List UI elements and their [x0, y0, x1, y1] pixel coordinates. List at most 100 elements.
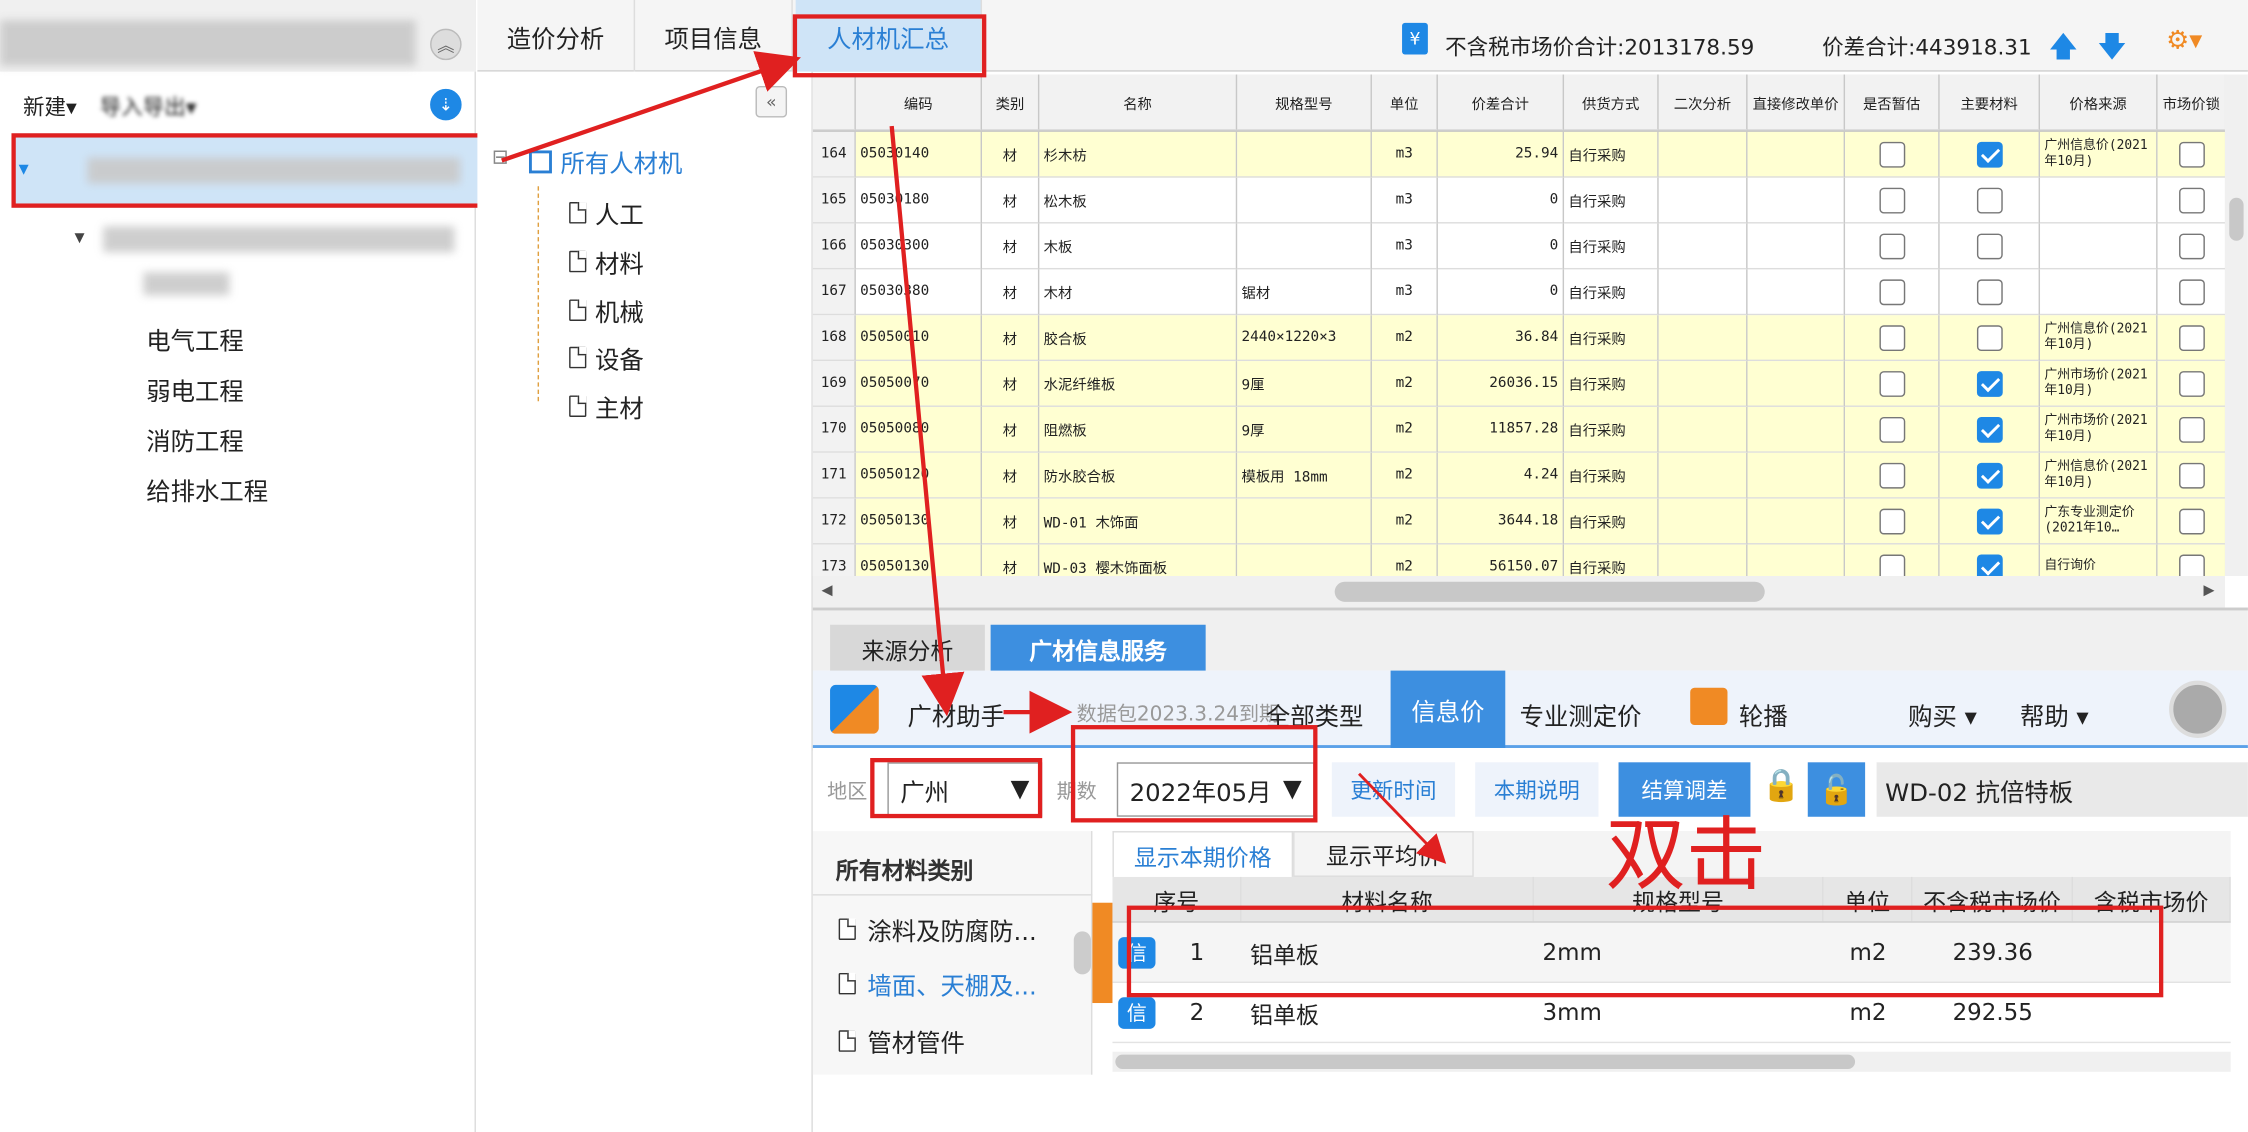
grid-header-cell[interactable]: 供货方式: [1564, 74, 1659, 131]
grid-header-cell[interactable]: 单位: [1371, 74, 1438, 131]
scroll-thumb[interactable]: [1334, 581, 1765, 602]
grid-header-cell[interactable]: 二次分析: [1658, 74, 1748, 131]
table-row[interactable]: 166 05030300 材木板 m3 0 自行采购: [812, 223, 2227, 270]
nav-item-machine[interactable]: 机械: [569, 292, 644, 328]
table-row[interactable]: 169 05050070 材水泥纤维板 9厘 m2 26036.15 自行采购 广州市场价(2…: [812, 361, 2227, 407]
checkbox[interactable]: [1878, 324, 1905, 351]
checkbox[interactable]: [1976, 232, 2003, 259]
table-row[interactable]: 170 05050080 材阻燃板 9厚 m2 11857.28 自行采购 广州市场价(202…: [812, 406, 2227, 453]
table-row[interactable]: 168 05050010 材胶合板 2440×1220×3 m2 36.84 自行采购 广州信…: [812, 315, 2227, 362]
tab-current-price[interactable]: 显示本期价格: [1112, 831, 1294, 877]
checkbox[interactable]: [2178, 416, 2205, 443]
nav-item-main-material[interactable]: 主材: [569, 388, 644, 424]
checkbox[interactable]: [2178, 186, 2205, 213]
checkbox[interactable]: [1878, 370, 1905, 397]
grid-header-cell[interactable]: 价差合计: [1437, 74, 1565, 131]
tree-item-electrical[interactable]: 电气工程: [146, 321, 243, 357]
checkbox[interactable]: [1878, 553, 1905, 577]
grid-header-cell[interactable]: 价格来源: [2040, 74, 2158, 131]
pro-price-tab[interactable]: 专业测定价: [1520, 696, 1642, 733]
nav-item-equipment[interactable]: 设备: [569, 340, 644, 375]
collapse-handle[interactable]: [1092, 902, 1113, 1004]
settings-icon[interactable]: ⚙▾: [2166, 26, 2202, 56]
checkbox[interactable]: [1878, 141, 1905, 167]
grid-header-cell[interactable]: 规格型号: [1237, 74, 1372, 131]
checkbox[interactable]: [1976, 278, 2003, 305]
nav-item-labor[interactable]: 人工: [569, 195, 644, 231]
checkbox[interactable]: [1976, 186, 2003, 213]
checkbox[interactable]: [1878, 278, 1905, 305]
unlock-icon[interactable]: 🔓: [1807, 762, 1866, 817]
category-item-coating[interactable]: 涂料及防腐防...: [838, 911, 1037, 947]
table-row[interactable]: 167 05030380 材木材 锯材 m3 0 自行采购: [812, 269, 2227, 316]
new-button[interactable]: 新建▾: [23, 92, 77, 122]
tab-source-analysis[interactable]: 来源分析: [830, 624, 985, 674]
grid-header-cell[interactable]: 主要材料: [1939, 74, 2041, 131]
search-input[interactable]: WD-02 抗倍特板: [1876, 762, 2248, 817]
checkbox[interactable]: [2178, 462, 2205, 488]
grid-header-cell[interactable]: 是否暂估: [1845, 74, 1940, 131]
checkbox[interactable]: [1878, 507, 1905, 534]
category-item-pipes[interactable]: 管材管件: [838, 1023, 965, 1059]
nav-item-material[interactable]: 材料: [569, 244, 644, 279]
download-icon[interactable]: ⇣: [430, 88, 462, 121]
arrow-up-icon[interactable]: 🡅: [2049, 26, 2078, 75]
checkbox[interactable]: [2178, 553, 2205, 577]
arrow-down-icon[interactable]: 🡇: [2097, 26, 2126, 75]
grid-header-cell[interactable]: 直接修改单价: [1747, 74, 1846, 131]
scroll-left-icon[interactable]: ◀: [821, 583, 832, 599]
price-scroll-thumb[interactable]: [1115, 1054, 1856, 1069]
checkbox[interactable]: [2178, 507, 2205, 534]
avatar[interactable]: [2169, 680, 2227, 738]
checkbox[interactable]: [2178, 370, 2205, 397]
table-row[interactable]: 165 05030180 材松木板 m3 0 自行采购: [812, 177, 2227, 224]
period-note-button[interactable]: 本期说明: [1475, 762, 1599, 817]
checkbox[interactable]: [1976, 370, 2003, 397]
import-export-button[interactable]: 导入导出▾: [100, 92, 197, 122]
grid-header-cell[interactable]: 编码: [855, 74, 983, 131]
tree-item-fire[interactable]: 消防工程: [146, 421, 243, 457]
table-row[interactable]: 164 05030140 材杉木枋 m3 25.94 自行采购 广州信息价(2021年10月…: [812, 131, 2227, 178]
tab-gc-info-service[interactable]: 广材信息服务: [990, 624, 1206, 674]
checkbox[interactable]: [1976, 507, 2003, 534]
checkbox[interactable]: [1976, 553, 2003, 577]
checkbox[interactable]: [2178, 232, 2205, 259]
grid-header-cell[interactable]: [812, 74, 856, 131]
sub-expand-arrow-icon[interactable]: ▾: [75, 226, 85, 249]
help-menu[interactable]: 帮助 ▾: [2020, 696, 2089, 733]
table-row[interactable]: 173 05050130 材 WD-03 樱木饰面板 m2 56150.07 自行采购 自行询…: [812, 544, 2227, 577]
tree-item-plumbing[interactable]: 给排水工程: [146, 471, 268, 508]
checkbox[interactable]: [1878, 186, 1905, 213]
collapse-tree-icon[interactable]: ⊟: [492, 146, 509, 169]
checkbox[interactable]: [2178, 141, 2205, 167]
checkbox[interactable]: [2178, 324, 2205, 351]
checkbox[interactable]: [2178, 278, 2205, 305]
update-time-button[interactable]: 更新时间: [1331, 762, 1456, 817]
checkbox[interactable]: [1976, 462, 2003, 488]
category-item-wall-ceiling[interactable]: 墙面、天棚及...: [838, 966, 1037, 1002]
tab-cost-analysis[interactable]: 造价分析: [477, 0, 636, 72]
grid-header-cell[interactable]: 市场价锁: [2157, 74, 2227, 131]
checkbox[interactable]: [1976, 324, 2003, 351]
collapse-up-icon[interactable]: ︽: [430, 28, 462, 61]
carousel-tab[interactable]: 轮播: [1739, 696, 1788, 733]
lock-icon[interactable]: 🔒: [1762, 768, 1801, 804]
grid-header-cell[interactable]: 类别: [982, 74, 1040, 131]
category-scroll-thumb[interactable]: [1073, 931, 1091, 975]
tab-project-info[interactable]: 项目信息: [635, 0, 793, 72]
checkbox[interactable]: [1878, 462, 1905, 488]
nav-root-all[interactable]: 所有人材机: [528, 143, 682, 179]
tree-item-weak-current[interactable]: 弱电工程: [146, 371, 243, 407]
checkbox[interactable]: [1976, 141, 2003, 167]
buy-menu[interactable]: 购买 ▾: [1908, 696, 1977, 733]
selected-project-node[interactable]: ▾: [11, 133, 499, 208]
table-row[interactable]: 171 05050120 材防水胶合板 模板用 18mm m2 4.24 自行采购 广州信息价…: [812, 452, 2227, 499]
tab-average-price[interactable]: 显示平均价: [1293, 831, 1474, 877]
checkbox[interactable]: [1976, 416, 2003, 443]
scroll-right-icon[interactable]: ▶: [2203, 583, 2214, 599]
checkbox[interactable]: [1878, 416, 1905, 443]
expand-arrow-icon[interactable]: ▾: [19, 158, 29, 181]
price-hscroll[interactable]: [1112, 1051, 2231, 1072]
collapse-left-icon[interactable]: «: [755, 85, 788, 118]
info-price-tab[interactable]: 信息价: [1390, 670, 1506, 748]
